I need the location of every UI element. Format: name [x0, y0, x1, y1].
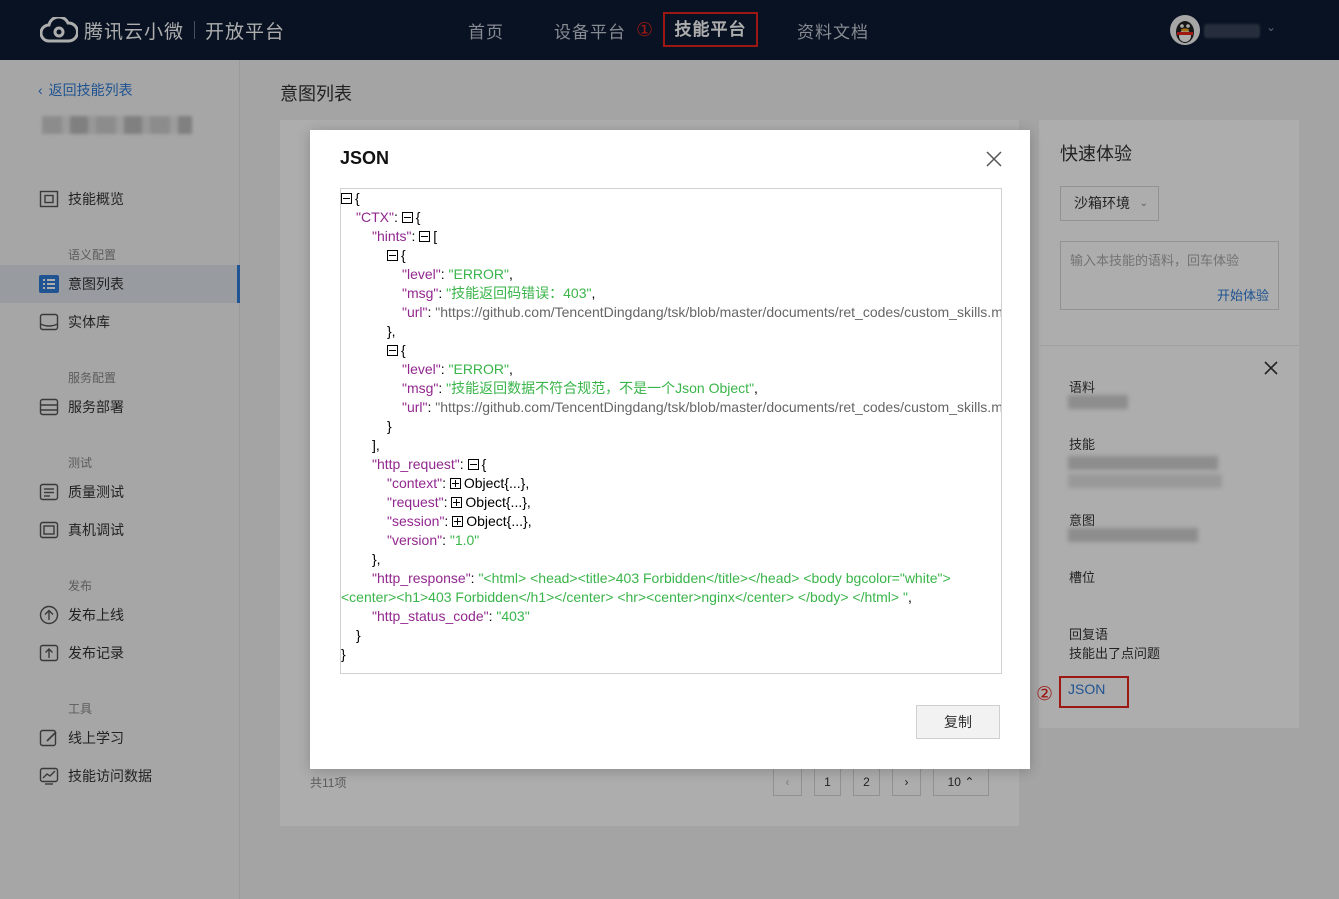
json-viewer[interactable]: { "CTX": { "hints": [ { "level": "ERROR"… [340, 188, 1002, 674]
json-key: "http_response" [372, 570, 471, 586]
json-value: }, [372, 551, 381, 567]
json-value: "ERROR" [448, 266, 510, 282]
collapse-toggle-icon[interactable] [387, 250, 398, 261]
json-key: "url" [402, 399, 428, 415]
json-value: } [341, 646, 346, 662]
json-value: { [481, 456, 487, 472]
json-value: "ERROR" [448, 361, 510, 377]
json-line: } [356, 626, 361, 645]
json-line: "version": "1.0" [387, 532, 480, 548]
json-key: "level" [402, 266, 441, 282]
json-line: "http_status_code": "403" [372, 608, 530, 624]
collapse-toggle-icon[interactable] [387, 345, 398, 356]
json-value: "https://github.com/TencentDingdang/tsk/… [435, 304, 1002, 320]
json-value: { [401, 342, 406, 358]
json-key: "msg" [402, 285, 439, 301]
json-key: "session" [387, 513, 445, 529]
json-value: } [356, 627, 361, 643]
json-value: { [415, 209, 421, 225]
json-key: "context" [387, 475, 443, 491]
json-line: "CTX": { [356, 209, 421, 225]
json-key: "CTX" [356, 209, 394, 225]
collapse-toggle-icon[interactable] [341, 193, 352, 204]
json-value: [ [433, 228, 438, 244]
json-key: "version" [387, 532, 443, 548]
json-line: { [341, 189, 360, 208]
json-line: }, [387, 322, 396, 341]
json-line: { [387, 341, 406, 360]
json-line: <center><h1>403 Forbidden</h1></center> … [341, 589, 912, 605]
json-value: "403" [496, 608, 530, 624]
collapse-toggle-icon[interactable] [467, 459, 479, 470]
json-value: "技能返回数据不符合规范，不是一个Json Object" [446, 380, 755, 396]
json-line: ], [372, 436, 380, 455]
json-line: { [387, 246, 406, 265]
json-line: "http_request": { [372, 456, 487, 472]
json-key: "request" [387, 494, 444, 510]
expand-toggle-icon[interactable] [452, 516, 464, 527]
json-line: "level": "ERROR", [402, 266, 513, 282]
json-value: Object{...} [465, 494, 527, 510]
collapse-toggle-icon[interactable] [401, 212, 413, 223]
json-key: "level" [402, 361, 441, 377]
json-line: "hints": [ [372, 228, 438, 244]
expand-toggle-icon[interactable] [449, 478, 461, 489]
json-value: ], [372, 437, 380, 453]
json-value: "1.0" [449, 532, 480, 548]
json-line: "msg": "技能返回数据不符合规范，不是一个Json Object", [402, 380, 758, 396]
json-value: "技能返回码错误：403" [446, 285, 592, 301]
expand-toggle-icon[interactable] [451, 497, 463, 508]
json-modal: JSON { "CTX": { "hints": [ { "level": "E… [310, 130, 1030, 769]
json-line: "request": Object{...}, [387, 494, 531, 510]
modal-title: JSON [340, 148, 390, 168]
json-line: "http_response": "<html> <head><title>40… [372, 570, 951, 586]
json-value: } [387, 418, 392, 434]
close-icon[interactable] [985, 150, 1003, 168]
json-value: "https://github.com/TencentDingdang/tsk/… [435, 399, 1002, 415]
json-key: "http_status_code" [372, 608, 489, 624]
json-value: { [355, 190, 360, 206]
json-value: <center><h1>403 Forbidden</h1></center> … [341, 589, 908, 605]
json-key: "msg" [402, 380, 439, 396]
json-line: "url": "https://github.com/TencentDingda… [402, 304, 1002, 320]
json-key: "url" [402, 304, 428, 320]
json-line: } [387, 417, 392, 436]
json-value: Object{...} [463, 475, 526, 491]
json-line: "context": Object{...}, [387, 475, 530, 491]
json-value: Object{...} [466, 513, 528, 529]
json-value: "<html> <head><title>403 Forbidden</titl… [478, 570, 951, 586]
collapse-toggle-icon[interactable] [419, 231, 431, 242]
json-line: "msg": "技能返回码错误：403", [402, 285, 596, 301]
json-key: "hints" [372, 228, 412, 244]
json-value: }, [387, 323, 396, 339]
json-key: "http_request" [372, 456, 460, 472]
copy-button[interactable]: 复制 [916, 705, 1000, 739]
json-line: "level": "ERROR", [402, 361, 513, 377]
json-value: { [401, 247, 406, 263]
json-line: } [341, 645, 346, 664]
json-line: "url": "https://github.com/TencentDingda… [402, 399, 1002, 415]
json-line: "session": Object{...}, [387, 513, 532, 529]
json-line: }, [372, 550, 381, 569]
